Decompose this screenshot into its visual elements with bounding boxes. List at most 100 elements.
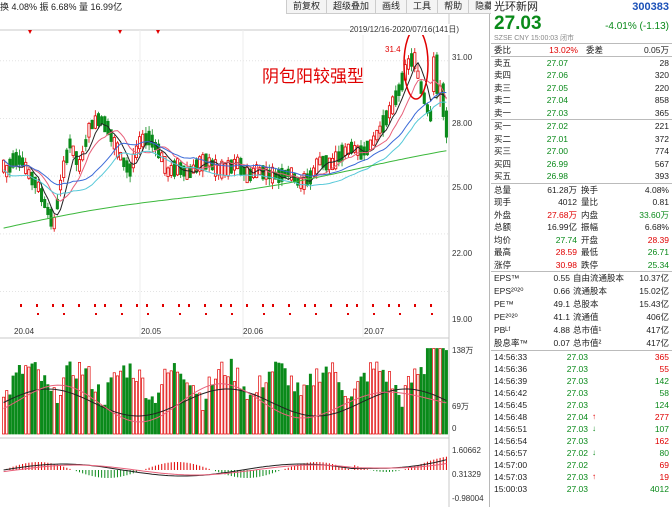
event-marker [36, 304, 38, 307]
ask-row[interactable]: 卖三 27.05 220 [491, 82, 672, 95]
tick-row: 14:56:54 27.03 162 [491, 435, 672, 447]
volume-bar [74, 378, 78, 435]
order-price: 27.00 [546, 146, 568, 156]
volume-bar [84, 368, 88, 435]
down-candle [400, 72, 404, 91]
event-marker [346, 304, 348, 307]
tick-price: 27.03 [566, 388, 588, 398]
volume-bar [169, 370, 173, 435]
tick-time: 14:56:33 [494, 352, 528, 362]
tick-arrow-icon [588, 375, 600, 387]
up-candle [318, 156, 322, 166]
stats-row: 外盘 27.68万 内盘 33.60万 [491, 209, 672, 222]
down-candle [96, 113, 101, 127]
bid-row[interactable]: 买三 27.00 774 [491, 145, 672, 158]
event-marker [289, 313, 291, 315]
order-volume: 372 [654, 133, 669, 144]
y-axis-label: 19.00 [452, 315, 473, 324]
volume-bar [93, 391, 97, 435]
event-marker [288, 304, 290, 307]
up-candle [176, 158, 180, 176]
tick-row: 14:57:03 27.03 ↑ 19 [491, 471, 672, 483]
ask-row[interactable]: 卖二 27.04 858 [491, 94, 672, 107]
marker-tick [118, 30, 122, 34]
volume-bar [365, 381, 369, 435]
tick-time: 15:00:03 [494, 484, 528, 494]
up-candle [223, 162, 227, 176]
tick-volume: 107 [654, 424, 669, 434]
bid-row[interactable]: 买五 26.98 393 [491, 170, 672, 183]
down-candle [381, 115, 385, 133]
volume-bar [299, 395, 303, 435]
volume-bar [229, 358, 233, 435]
tick-price: 27.03 [566, 364, 588, 374]
event-marker [399, 313, 401, 315]
tick-row: 14:56:36 27.03 55 [491, 363, 672, 375]
up-candle [5, 164, 9, 178]
draw-line-button[interactable]: 画线 [375, 0, 406, 13]
tick-price: 27.03 [566, 352, 588, 362]
overlay-button[interactable]: 超级叠加 [326, 0, 375, 13]
bid-book: 买一 27.02 221 买二 27.01 372 买三 27.00 774 买四 26.99 567… [491, 119, 672, 183]
kline-chart-area[interactable]: 换 4.08% 振 6.68% 量 16.99亿 前复权 超级叠加 画线 工具 … [0, 0, 500, 507]
volume-bar [302, 384, 306, 435]
fundamental-label: PE²⁰²⁰ [494, 312, 518, 322]
tick-list[interactable]: 14:56:33 27.03 365 14:56:36 27.03 55 14:56:39 2… [491, 350, 672, 495]
down-candle [11, 153, 15, 168]
volume-bar [198, 392, 202, 435]
down-candle [40, 188, 44, 203]
up-candle [169, 165, 173, 176]
stat-label: 换手 [581, 184, 599, 195]
tick-volume: 142 [654, 376, 669, 386]
ask-row[interactable]: 卖四 27.06 320 [491, 69, 672, 82]
ask-row[interactable]: 卖一 27.03 365 [491, 107, 672, 120]
order-price: 27.05 [546, 82, 568, 93]
tick-row: 14:56:45 27.03 124 [491, 399, 672, 411]
up-candle [27, 169, 31, 179]
down-candle [321, 155, 325, 168]
volume-bar [217, 369, 221, 435]
chart-canvas[interactable] [0, 0, 490, 507]
volume-bar [109, 377, 113, 435]
stat-label: 总额 [494, 222, 512, 232]
fundamental-value: 49.1 [553, 299, 570, 309]
bid-row[interactable]: 买一 27.02 221 [491, 120, 672, 133]
volume-bar [308, 373, 312, 435]
event-marker [52, 304, 54, 307]
tick-price: 27.03 [566, 436, 588, 446]
volume-bar [425, 348, 429, 435]
tools-button[interactable]: 工具 [406, 0, 437, 13]
stock-code[interactable]: 300383 [632, 0, 669, 14]
macd-axis-label: -0.98004 [452, 494, 484, 503]
volume-bar [280, 363, 284, 435]
volume-axis-label: 138万 [452, 346, 474, 355]
tick-price: 27.02 [566, 448, 588, 458]
volume-bar [432, 348, 436, 435]
volume-bar [236, 367, 240, 435]
volume-bar [55, 402, 59, 435]
fundamental-label: 流通值 [573, 312, 599, 322]
down-candle [17, 155, 21, 165]
stat-value: 30.98 [555, 259, 577, 270]
volume-bar [185, 382, 189, 435]
bid-row[interactable]: 买四 26.99 567 [491, 158, 672, 171]
volume-bar [296, 382, 300, 435]
down-candle [324, 155, 328, 171]
volume-bar [331, 362, 335, 435]
volume-bar [172, 363, 176, 435]
y-axis-label: 22.00 [452, 249, 473, 258]
volume-bar [261, 387, 265, 435]
volume-bar [163, 368, 167, 435]
fundamental-label: EPS™ [494, 273, 520, 283]
volume-bar [119, 370, 123, 435]
volume-bar [312, 385, 316, 435]
bid-row[interactable]: 买二 27.01 372 [491, 133, 672, 146]
help-button[interactable]: 帮助 [437, 0, 468, 13]
restore-rights-button[interactable]: 前复权 [286, 0, 326, 13]
date-range-label: 2019/12/16-2020/07/16(141日) [349, 24, 459, 35]
tick-time: 14:56:36 [494, 364, 528, 374]
volume-bar [33, 362, 37, 435]
volume-bar [147, 399, 151, 435]
ask-row[interactable]: 卖五 27.07 28 [491, 57, 672, 70]
fundamental-value: 4.88 [553, 325, 570, 335]
